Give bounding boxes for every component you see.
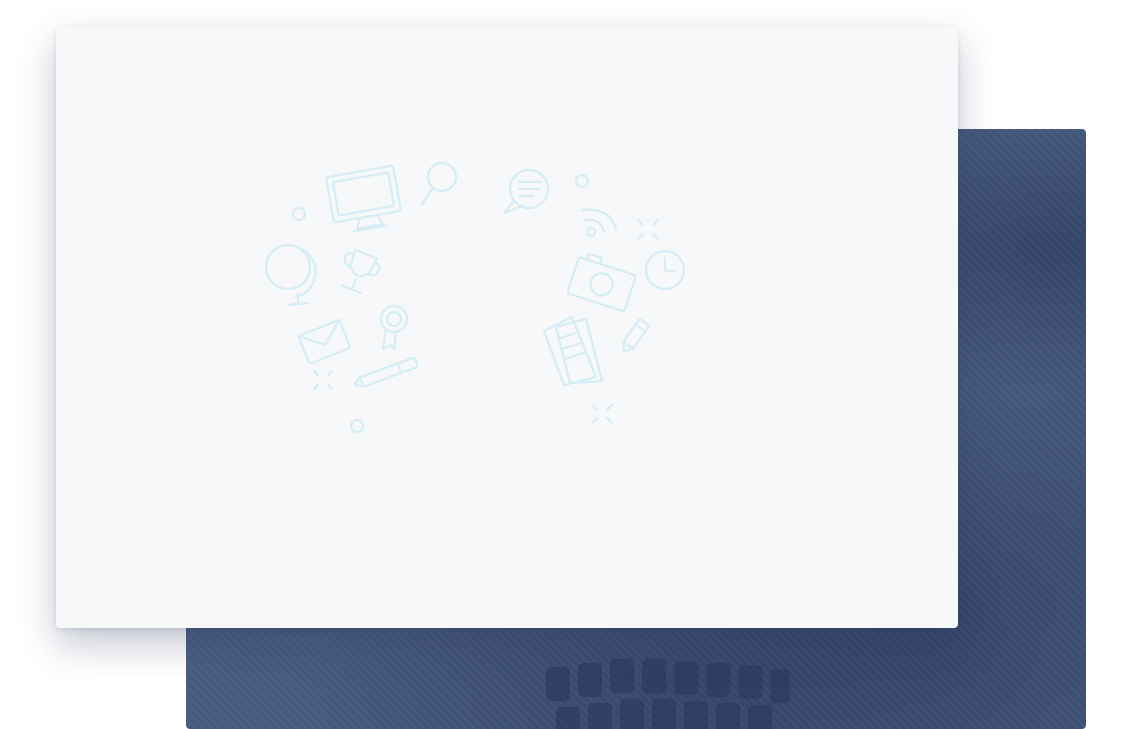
doodle-illustration xyxy=(264,161,686,434)
globe-icon xyxy=(264,243,317,307)
camera-icon xyxy=(566,252,637,312)
dot-icon xyxy=(574,173,590,189)
sparkle-icon xyxy=(312,369,334,391)
clock-icon xyxy=(644,249,686,291)
laptop-keyboard-image xyxy=(546,659,806,729)
award-ribbon-icon xyxy=(379,304,409,351)
wifi-icon xyxy=(580,208,618,238)
dot-icon xyxy=(349,418,365,434)
sparkle-icon xyxy=(636,218,660,241)
trophy-icon xyxy=(341,248,381,295)
pen-icon xyxy=(353,356,419,388)
pencil-icon xyxy=(622,318,650,353)
scene xyxy=(0,0,1142,729)
speech-bubble-icon xyxy=(502,168,550,215)
magnifier-icon xyxy=(420,161,458,206)
documents-icon xyxy=(542,315,604,387)
envelope-icon xyxy=(297,318,351,365)
sparkle-icon xyxy=(590,403,614,425)
dot-icon xyxy=(291,206,307,222)
monitor-icon xyxy=(325,164,402,233)
front-card xyxy=(56,27,958,628)
